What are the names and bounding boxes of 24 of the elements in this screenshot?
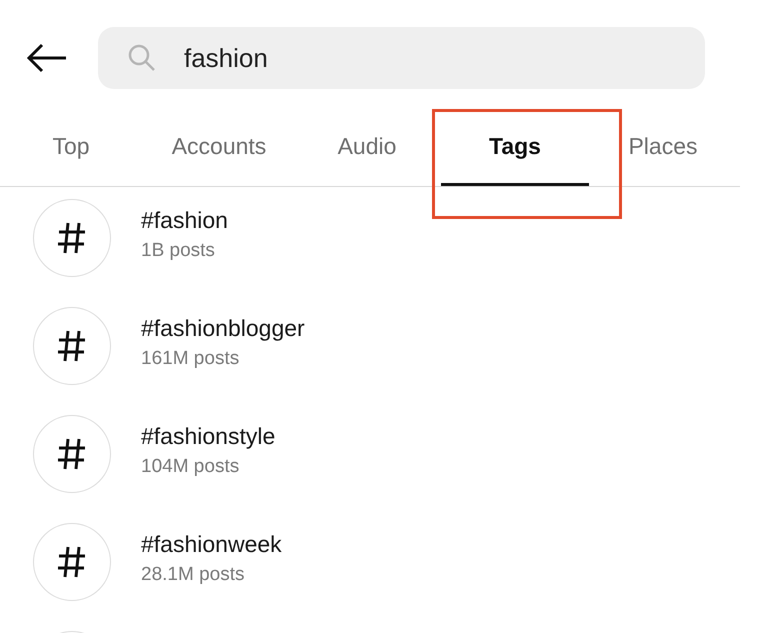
tab[interactable]: Audio — [293, 109, 441, 186]
post-count: 28.1M posts — [141, 564, 246, 586]
hashtag-name[interactable]: #fashion — [141, 206, 228, 234]
tab[interactable]: Top — [0, 109, 145, 186]
post-count: 161M posts — [141, 348, 240, 370]
hashtag-name[interactable]: #fashionblogger — [141, 314, 305, 342]
hashtag-icon — [57, 221, 87, 255]
tab[interactable]: Accounts — [145, 109, 293, 186]
hashtag-avatar[interactable] — [33, 415, 111, 493]
tab[interactable]: Tags — [441, 109, 589, 186]
search-field[interactable]: fashion — [98, 27, 705, 89]
hashtag-name[interactable]: #fashionstyle — [141, 422, 276, 450]
back-arrow-icon[interactable] — [26, 43, 68, 73]
tab[interactable]: Places — [589, 109, 737, 186]
hashtag-icon — [57, 329, 87, 363]
hashtag-icon — [57, 545, 87, 579]
hashtag-avatar[interactable] — [33, 307, 111, 385]
hashtag-avatar[interactable] — [33, 199, 111, 277]
hashtag-name[interactable]: #fashionweek — [141, 530, 282, 558]
hashtag-icon — [57, 437, 87, 471]
search-icon — [128, 44, 156, 72]
post-count: 104M posts — [141, 456, 240, 478]
post-count: 1B posts — [141, 240, 216, 262]
hashtag-avatar[interactable] — [33, 523, 111, 601]
